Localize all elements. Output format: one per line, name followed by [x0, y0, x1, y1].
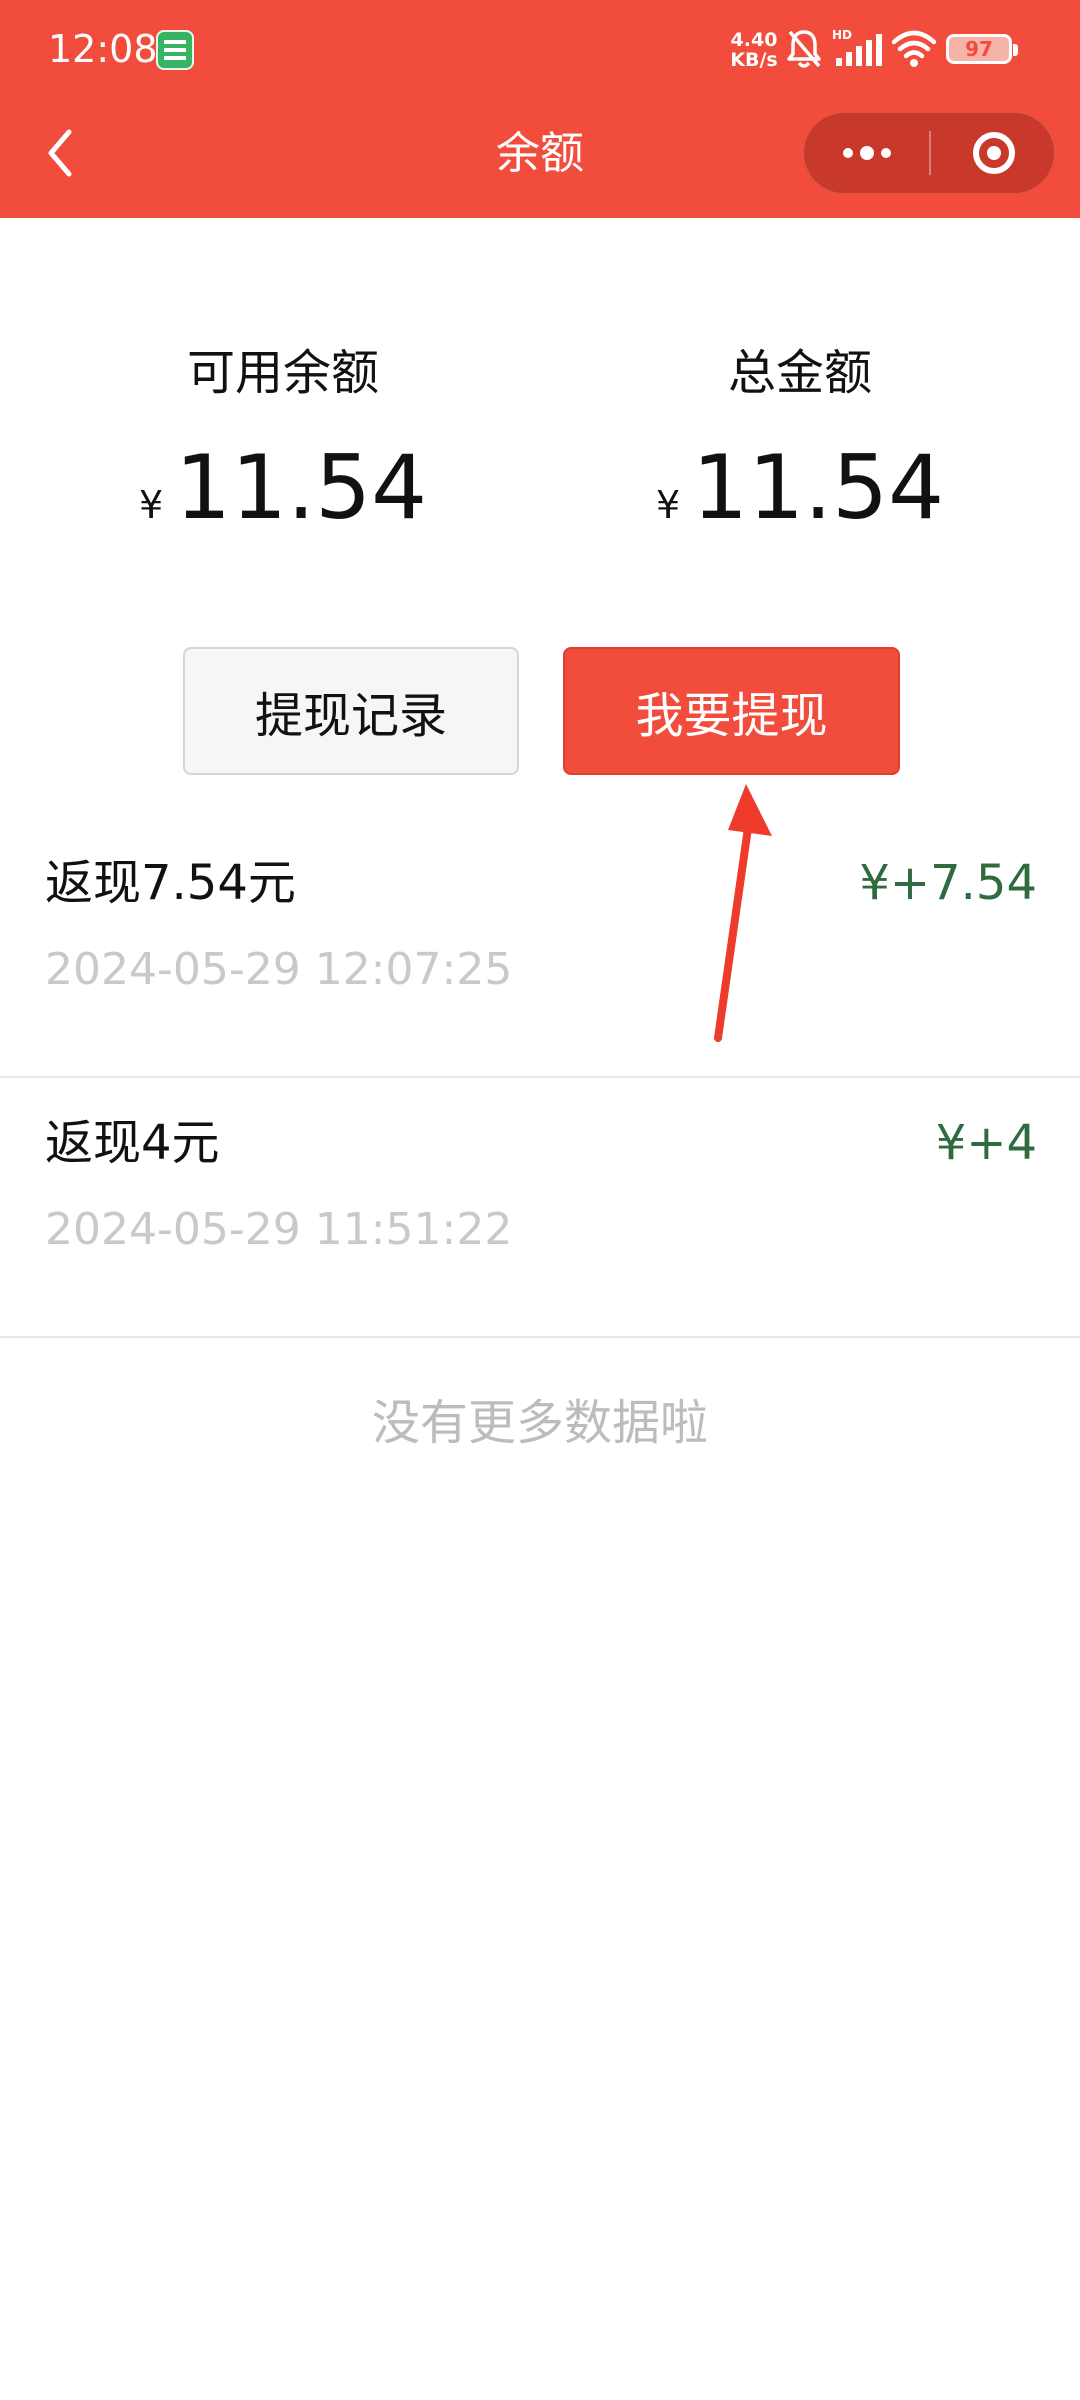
available-balance: 可用余额 ¥ 11.54 [73, 338, 493, 538]
available-balance-value: ¥ 11.54 [73, 438, 493, 538]
currency-symbol: ¥ [138, 483, 164, 527]
close-mini-program-button[interactable] [931, 113, 1056, 193]
network-speed: 4.40 KB/s [728, 30, 780, 70]
annotation-arrow-icon [714, 784, 772, 1042]
transaction-time: 2024-05-29 12:07:25 [45, 944, 513, 995]
more-dots-icon-center [859, 146, 874, 160]
battery-level: 97 [965, 37, 993, 61]
mini-program-capsule [803, 112, 1055, 194]
more-dots-icon-right [880, 148, 891, 158]
more-dots-icon [842, 148, 853, 158]
battery-icon: 97 [946, 34, 1018, 64]
status-time: 12:08 [48, 27, 158, 71]
no-more-data-text: 没有更多数据啦 [371, 1395, 708, 1451]
total-amount: 11.54 [692, 436, 945, 539]
mute-bell-icon [787, 30, 821, 68]
svg-text:HD: HD [832, 28, 852, 42]
list-item: 返现4元 ¥+4 2024-05-29 11:51:22 [0, 1078, 1080, 1338]
list-item: 返现7.54元 ¥+7.54 2024-05-29 12:07:25 [0, 818, 1080, 1078]
app-header: 12:08 4.40 KB/s HD 97 余额 [0, 0, 1080, 218]
currency-symbol: ¥ [655, 483, 681, 527]
more-button[interactable] [804, 113, 929, 193]
target-circle-icon [972, 132, 1015, 174]
withdraw-button[interactable]: 我要提现 [563, 647, 900, 775]
mini-app-badge-icon [156, 30, 194, 70]
transaction-time: 2024-05-29 11:51:22 [45, 1204, 513, 1255]
total-balance: 总金额 ¥ 11.54 [590, 338, 1010, 538]
transaction-title: 返现4元 [45, 1115, 220, 1171]
withdraw-history-button[interactable]: 提现记录 [183, 647, 519, 775]
available-amount: 11.54 [175, 436, 428, 539]
total-balance-label: 总金额 [727, 345, 872, 401]
target-circle-core [986, 146, 1001, 160]
transaction-amount: ¥+7.54 [859, 855, 1037, 911]
total-balance-value: ¥ 11.54 [590, 438, 1010, 538]
network-speed-unit: KB/s [730, 49, 778, 71]
wifi-icon [891, 30, 937, 67]
available-balance-label: 可用余额 [186, 345, 379, 401]
hd-signal-icon: HD [832, 28, 882, 66]
network-speed-value: 4.40 [730, 29, 778, 51]
transaction-title: 返现7.54元 [45, 855, 296, 911]
transaction-amount: ¥+4 [935, 1115, 1037, 1171]
